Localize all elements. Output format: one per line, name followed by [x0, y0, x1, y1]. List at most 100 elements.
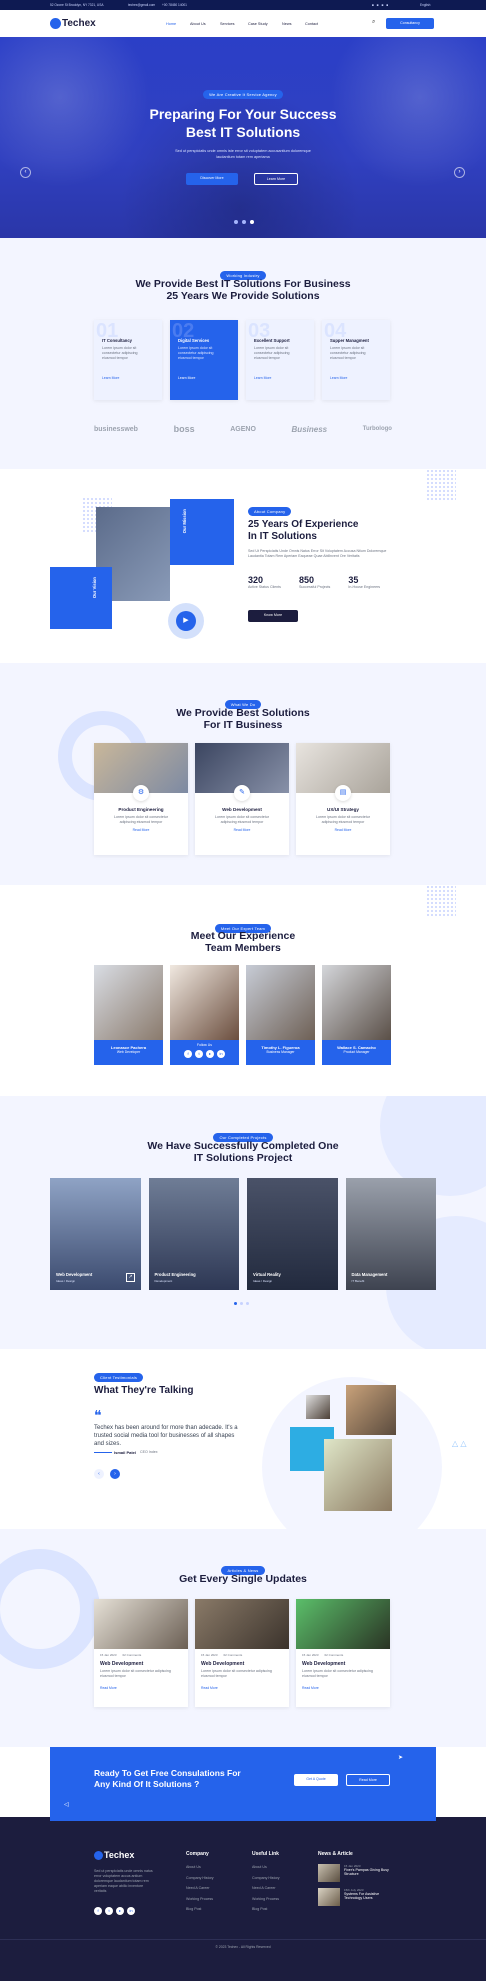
solution-card[interactable]: ⚙ Product Engineering Lorem ipsum dolor … — [94, 743, 188, 855]
feature-card[interactable]: 01 IT Consultancy Lorem ipsum dolor sit … — [94, 320, 162, 400]
footer-link[interactable]: Working Process — [252, 1894, 280, 1905]
solution-card[interactable]: ✎ Web Development Lorem ipsum dolor sit … — [195, 743, 289, 855]
play-button[interactable]: ▶ — [176, 611, 196, 631]
footer-link[interactable]: Company History — [252, 1873, 280, 1884]
discover-more-button[interactable]: Discover More — [186, 173, 238, 185]
engineering-icon: ⚙ — [133, 785, 149, 801]
footer-link[interactable]: Blog Post — [186, 1904, 214, 1915]
feature-link[interactable]: Learn More — [330, 376, 347, 380]
get-quote-button[interactable]: Get A Quote — [294, 1774, 338, 1786]
team-card[interactable]: Timothy L. Figueroa Business Manager — [246, 965, 315, 1065]
slide-dot[interactable] — [246, 1302, 249, 1305]
project-title: Product Engineering — [154, 1272, 196, 1277]
nav-services[interactable]: Services — [220, 22, 248, 26]
next-slide-button[interactable]: › — [454, 167, 465, 178]
company-links: About Us Company History Need A Career W… — [186, 1862, 214, 1915]
solution-card[interactable]: ▤ UX/UI Strategy Lorem ipsum dolor sit c… — [296, 743, 390, 855]
feature-card[interactable]: 04 Supper Managment Lorem ipsum dolor si… — [322, 320, 390, 400]
post-link[interactable]: Read More — [100, 1686, 182, 1690]
footer-link[interactable]: Company History — [186, 1873, 214, 1884]
footer-logo[interactable]: Techex — [104, 1850, 134, 1860]
phone-text[interactable]: +00 78450 14001 — [162, 3, 187, 7]
slide-dot[interactable] — [240, 1302, 243, 1305]
post-title[interactable]: Web Development — [100, 1661, 182, 1667]
youtube-icon[interactable]: ▸ — [206, 1050, 214, 1058]
project-card[interactable]: Product Engineering Development — [148, 1178, 239, 1290]
news-section: Articles & News Get Every Single Updates… — [0, 1529, 486, 1747]
quote-line3: and sizes. — [94, 1441, 122, 1447]
consultancy-button[interactable]: Consultancy — [386, 18, 434, 29]
facebook-icon[interactable]: f — [94, 1907, 102, 1915]
arrow-icon[interactable]: ↗ — [126, 1273, 135, 1282]
hero-desc-line2: laudantium totam rem aperiama — [216, 155, 270, 159]
prev-slide-button[interactable]: ‹ — [20, 167, 31, 178]
about-badge: About Company — [248, 507, 292, 516]
member-role: Business Manager — [266, 1050, 295, 1054]
slide-dot[interactable] — [242, 220, 246, 224]
nav-contact[interactable]: Contact — [305, 22, 327, 26]
twitter-icon[interactable]: t — [195, 1050, 203, 1058]
nav-home[interactable]: Home — [166, 22, 190, 26]
vision-box: Our Vision — [50, 567, 112, 629]
nav-news[interactable]: News — [282, 22, 305, 26]
footer-link[interactable]: Working Process — [186, 1894, 214, 1905]
news-card[interactable]: 15 Jan 2023 02 Comments Web Development L… — [296, 1599, 390, 1707]
solution-link[interactable]: Read More — [195, 828, 289, 832]
post-title[interactable]: Web Development — [201, 1661, 283, 1667]
footer-link[interactable]: Need A Career — [186, 1883, 214, 1894]
about-title-line2: In IT Solutions — [248, 531, 317, 542]
about-description: Sed Ut Perspiciatis Unde Omnis Natus Err… — [248, 549, 387, 558]
project-card[interactable]: Data Management IT Benefit — [345, 1178, 436, 1290]
feature-card-active[interactable]: 02 Digital Services Lorem ipsum dolor si… — [170, 320, 238, 400]
facebook-icon[interactable]: f — [184, 1050, 192, 1058]
logo[interactable]: Techex — [62, 18, 96, 29]
footer-link[interactable]: About Us — [186, 1862, 214, 1873]
post-desc: Lorem ipsum dolor sit consectetur adipis… — [100, 1669, 171, 1678]
post-link[interactable]: Read More — [302, 1686, 384, 1690]
footer-link[interactable]: Blog Post — [252, 1904, 280, 1915]
slide-dot[interactable] — [234, 220, 238, 224]
projects-pagination[interactable] — [234, 1302, 249, 1305]
social-icons[interactable]: ■ ■ ■ ■ — [372, 3, 389, 7]
prev-testimonial-button[interactable]: ‹ — [94, 1469, 104, 1479]
email-text[interactable]: techex@gmail.com — [128, 3, 155, 7]
nav-about[interactable]: About Us — [190, 22, 220, 26]
know-more-button[interactable]: Know More — [248, 610, 298, 622]
news-card[interactable]: 15 Jan 2023 02 Comments Web Development L… — [195, 1599, 289, 1707]
team-title: Meet Our Experience Team Members — [0, 930, 486, 954]
footer-link[interactable]: About Us — [252, 1862, 280, 1873]
author-role: CEO Index — [140, 1450, 158, 1454]
next-testimonial-button[interactable]: › — [110, 1469, 120, 1479]
feature-card[interactable]: 03 Excellent Support Lorem ipsum dolor s… — [246, 320, 314, 400]
team-card-hover[interactable]: Follow Us f t ▸ in — [170, 965, 239, 1065]
feature-link[interactable]: Learn More — [102, 376, 119, 380]
team-card[interactable]: Leonasce Pachera Web Developer — [94, 965, 163, 1065]
learn-more-button[interactable]: Learn More — [254, 173, 298, 185]
post-link[interactable]: Read More — [201, 1686, 283, 1690]
youtube-icon[interactable]: ▸ — [116, 1907, 124, 1915]
language-select[interactable]: English — [420, 3, 430, 7]
team-card[interactable]: Wallace S. Camacho Product Manager — [322, 965, 391, 1065]
main-nav: Home About Us Services Case Study News C… — [166, 22, 327, 26]
post-title[interactable]: Web Development — [302, 1661, 384, 1667]
twitter-icon[interactable]: t — [105, 1907, 113, 1915]
project-card[interactable]: Virtual Reality Ideas / Design — [247, 1178, 338, 1290]
linkedin-icon[interactable]: in — [127, 1907, 135, 1915]
search-icon[interactable]: ⌕ — [372, 19, 375, 26]
project-category: IT Benefit — [351, 1279, 365, 1283]
solution-link[interactable]: Read More — [94, 828, 188, 832]
nav-case-study[interactable]: Case Study — [248, 22, 282, 26]
solution-link[interactable]: Read More — [296, 828, 390, 832]
project-card[interactable]: Web Development Ideas / Design ↗ — [50, 1178, 141, 1290]
feature-link[interactable]: Learn More — [254, 376, 271, 380]
news-card[interactable]: 15 Jan 2023 02 Comments Web Development L… — [94, 1599, 188, 1707]
footer-news-item[interactable]: 15 Jan 2023 Fixer's Pampas Giving Busy S… — [344, 1864, 394, 1876]
slide-dot-active[interactable] — [234, 1302, 237, 1305]
read-more-button[interactable]: Read More — [346, 1774, 390, 1786]
footer-link[interactable]: Need A Career — [252, 1883, 280, 1894]
hero-pagination[interactable] — [234, 220, 254, 224]
footer-news-item[interactable]: 15th July 2023 Systems For Assistive Tec… — [344, 1888, 394, 1900]
feature-link[interactable]: Learn More — [178, 376, 195, 380]
slide-dot-active[interactable] — [250, 220, 254, 224]
linkedin-icon[interactable]: in — [217, 1050, 225, 1058]
